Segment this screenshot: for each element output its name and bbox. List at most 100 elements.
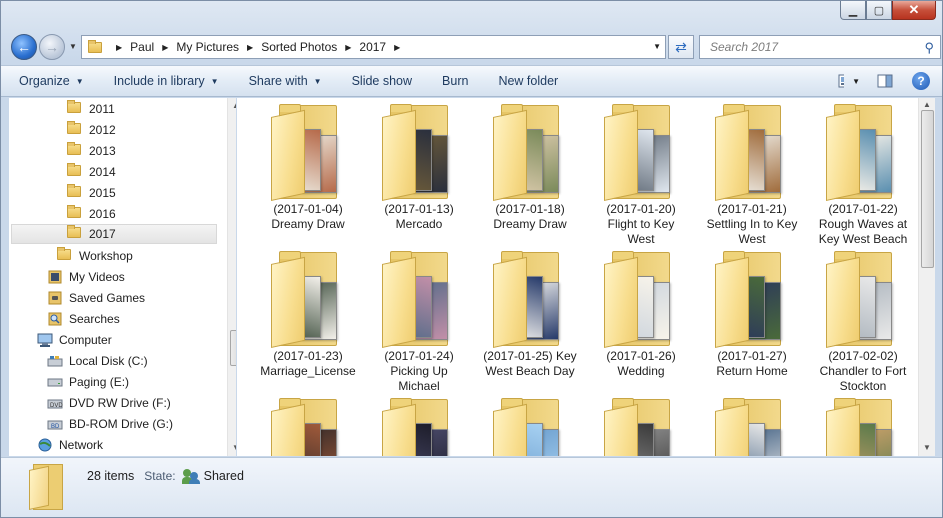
recent-pages-dropdown-icon[interactable]: ▼ xyxy=(69,42,77,51)
scroll-up-icon[interactable]: ▲ xyxy=(232,101,236,110)
folder-label: (2017-01-26) Wedding xyxy=(587,349,695,379)
folder-label-line1: (2017-01-24) xyxy=(384,349,454,363)
folder-item[interactable] xyxy=(587,392,695,456)
folder-item[interactable]: (2017-01-21) Settling In to Key West xyxy=(698,98,806,247)
folder-item[interactable] xyxy=(809,392,917,456)
folder-item[interactable]: (2017-01-27) Return Home xyxy=(698,245,806,379)
refresh-icon: ⇄ xyxy=(675,38,687,55)
dvd-drive-icon: DVD xyxy=(47,399,63,409)
sidebar-item-bd-rom-g[interactable]: BD BD-ROM Drive (G:) xyxy=(47,414,217,434)
sidebar-item-label: Paging (E:) xyxy=(69,375,130,389)
sidebar-item-computer[interactable]: Computer xyxy=(37,330,217,350)
minimize-button[interactable]: ▁ xyxy=(840,1,866,20)
search-icon[interactable]: ⚲ xyxy=(924,40,934,56)
folder-label-line2: Chandler to Fort xyxy=(819,364,907,378)
folder-icon xyxy=(29,464,65,510)
sidebar-item-my-videos[interactable]: My Videos xyxy=(47,267,217,287)
folder-label-line2: West Beach Day xyxy=(485,364,575,378)
folder-item[interactable]: (2017-01-18) Dreamy Draw xyxy=(476,98,584,232)
folder-item[interactable]: (2017-01-13) Mercado xyxy=(365,98,473,232)
organize-button[interactable]: Organize ▼ xyxy=(19,74,84,88)
sidebar-item-searches[interactable]: Searches xyxy=(47,309,217,329)
breadcrumb-separator-icon[interactable]: ▶ xyxy=(394,43,400,52)
sidebar-item-local-disk-c[interactable]: Local Disk (C:) xyxy=(47,351,217,371)
slide-show-button[interactable]: Slide show xyxy=(352,74,412,88)
sidebar-item-saved-games[interactable]: Saved Games xyxy=(47,288,217,308)
sidebar-item-label: 2013 xyxy=(89,144,116,158)
chevron-down-icon[interactable]: ▼ xyxy=(852,77,860,86)
folder-item[interactable]: (2017-01-24) Picking Up Michael xyxy=(365,245,473,394)
folder-label: (2017-01-04) Dreamy Draw xyxy=(254,202,362,232)
hard-disk-icon xyxy=(47,356,63,367)
breadcrumb-separator-icon[interactable]: ▶ xyxy=(345,43,351,52)
address-bar[interactable]: ▶ Paul ▶ My Pictures ▶ Sorted Photos ▶ 2… xyxy=(81,35,666,59)
folder-item[interactable]: (2017-01-22) Rough Waves at Key West Beach xyxy=(809,98,917,247)
folder-label: (2017-01-25) Key West Beach Day xyxy=(476,349,584,379)
search-input[interactable] xyxy=(708,39,908,55)
sidebar-item-label: 2011 xyxy=(89,102,115,116)
folder-thumbnail-icon xyxy=(271,398,345,456)
burn-button[interactable]: Burn xyxy=(442,74,468,88)
folder-icon xyxy=(67,163,83,179)
folder-item[interactable]: (2017-01-23) Marriage_License xyxy=(254,245,362,379)
breadcrumb-paul[interactable]: Paul xyxy=(130,40,154,54)
new-folder-button[interactable]: New folder xyxy=(498,74,558,88)
scrollbar-thumb[interactable] xyxy=(230,330,236,366)
forward-button[interactable]: → xyxy=(39,34,65,60)
sidebar-item-2014[interactable]: 2014 xyxy=(67,162,217,182)
sidebar-item-2013[interactable]: 2013 xyxy=(67,141,217,161)
change-view-button[interactable]: ▼ xyxy=(838,70,860,92)
breadcrumb-2017[interactable]: 2017 xyxy=(359,40,386,54)
file-list-scrollbar[interactable]: ▲ ▼ xyxy=(918,98,935,456)
sidebar-item-2012[interactable]: 2012 xyxy=(67,120,217,140)
address-dropdown-icon[interactable]: ▼ xyxy=(653,42,661,51)
folder-thumbnail-icon xyxy=(604,251,678,348)
breadcrumb-sorted-photos[interactable]: Sorted Photos xyxy=(261,40,337,54)
folder-item[interactable]: (2017-01-04) Dreamy Draw xyxy=(254,98,362,232)
breadcrumb-my-pictures[interactable]: My Pictures xyxy=(176,40,239,54)
include-in-library-button[interactable]: Include in library ▼ xyxy=(114,74,219,88)
folder-item[interactable]: (2017-02-02) Chandler to Fort Stockton xyxy=(809,245,917,394)
folder-item[interactable]: (2017-01-25) Key West Beach Day xyxy=(476,245,584,379)
folder-thumbnail-icon xyxy=(271,104,345,201)
folder-item[interactable] xyxy=(476,392,584,456)
breadcrumb-separator-icon[interactable]: ▶ xyxy=(247,43,253,52)
sidebar-item-workshop[interactable]: Workshop xyxy=(57,246,217,266)
folder-item[interactable]: (2017-01-20) Flight to Key West xyxy=(587,98,695,247)
folder-thumbnail-icon xyxy=(493,104,567,201)
help-button[interactable]: ? xyxy=(910,70,932,92)
folder-item[interactable] xyxy=(698,392,806,456)
folder-label-line1: (2017-01-21) xyxy=(717,202,787,216)
scroll-up-icon[interactable]: ▲ xyxy=(923,100,931,109)
share-with-button[interactable]: Share with ▼ xyxy=(249,74,322,88)
search-box: ⚲ xyxy=(699,35,941,59)
back-button[interactable]: ← xyxy=(11,34,37,60)
folder-item[interactable] xyxy=(254,392,362,456)
preview-pane-button[interactable] xyxy=(874,70,896,92)
maximize-button[interactable]: ▢ xyxy=(866,1,892,20)
folder-icon xyxy=(67,225,83,241)
sidebar-item-network[interactable]: Network xyxy=(37,435,217,455)
folder-thumbnail-icon xyxy=(604,398,678,456)
sidebar-item-paging-e[interactable]: Paging (E:) xyxy=(47,372,217,392)
sidebar-item-2015[interactable]: 2015 xyxy=(67,183,217,203)
chevron-down-icon: ▼ xyxy=(210,76,219,86)
navigation-scrollbar[interactable]: ▲ ▼ xyxy=(227,98,236,456)
sidebar-item-2016[interactable]: 2016 xyxy=(67,204,217,224)
breadcrumb-separator-icon[interactable]: ▶ xyxy=(116,43,122,52)
close-button[interactable]: ✕ xyxy=(892,1,936,20)
sidebar-item-2011[interactable]: 2011 xyxy=(67,99,217,119)
sidebar-item-dvd-rw-f[interactable]: DVD DVD RW Drive (F:) xyxy=(47,393,217,413)
scroll-down-icon[interactable]: ▼ xyxy=(232,443,236,452)
folder-item[interactable]: (2017-01-26) Wedding xyxy=(587,245,695,379)
breadcrumb-separator-icon[interactable]: ▶ xyxy=(162,43,168,52)
scroll-down-icon[interactable]: ▼ xyxy=(923,443,931,452)
folder-item[interactable] xyxy=(365,392,473,456)
folder-thumbnail-icon xyxy=(826,104,900,201)
refresh-button[interactable]: ⇄ xyxy=(668,35,694,59)
caption-buttons: ▁ ▢ ✕ xyxy=(840,1,936,20)
scrollbar-thumb[interactable] xyxy=(921,110,934,268)
folder-label-line1: (2017-01-04) xyxy=(273,202,343,216)
folder-label-line1: (2017-01-22) xyxy=(828,202,898,216)
sidebar-item-2017[interactable]: 2017 xyxy=(11,224,217,244)
